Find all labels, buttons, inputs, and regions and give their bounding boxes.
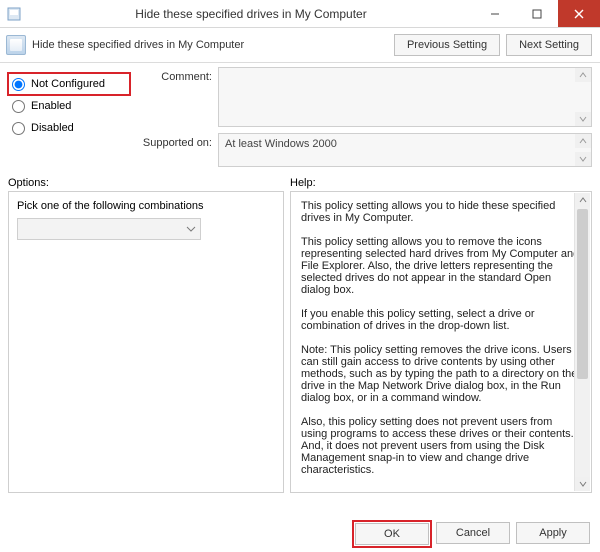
help-paragraph: Note: This policy setting removes the dr… <box>301 344 581 404</box>
help-scrollbar[interactable] <box>574 193 590 491</box>
radio-disabled[interactable]: Disabled <box>8 117 130 139</box>
chevron-down-icon <box>186 226 196 232</box>
radio-not-configured[interactable]: Not Configured <box>8 73 130 95</box>
minimize-button[interactable] <box>474 0 516 27</box>
help-paragraph: This policy setting allows you to hide t… <box>301 200 581 224</box>
cancel-button[interactable]: Cancel <box>436 522 510 544</box>
close-button[interactable] <box>558 0 600 27</box>
panels: Pick one of the following combinations T… <box>0 191 600 493</box>
options-section-label: Options: <box>8 177 290 189</box>
radio-label: Not Configured <box>31 78 105 90</box>
options-panel: Pick one of the following combinations <box>8 191 284 493</box>
radio-not-configured-input[interactable] <box>12 78 25 91</box>
options-instruction: Pick one of the following combinations <box>17 200 275 212</box>
scrollbar-track[interactable] <box>575 207 590 477</box>
dialog-footer: OK Cancel Apply <box>0 516 600 552</box>
scroll-up-icon[interactable] <box>575 193 590 207</box>
scroll-down-icon[interactable] <box>575 112 591 126</box>
supported-label: Supported on: <box>130 133 218 167</box>
help-paragraph: If you enable this policy setting, selec… <box>301 308 581 332</box>
comment-textarea[interactable] <box>218 67 592 127</box>
radio-enabled[interactable]: Enabled <box>8 95 130 117</box>
scroll-down-icon[interactable] <box>575 152 591 166</box>
scroll-up-icon[interactable] <box>575 68 591 82</box>
supported-on-value: At least Windows 2000 <box>225 138 337 150</box>
radio-label: Disabled <box>31 122 74 134</box>
ok-highlight: OK <box>354 522 430 546</box>
next-setting-button[interactable]: Next Setting <box>506 34 592 56</box>
scroll-down-icon[interactable] <box>575 477 590 491</box>
policy-title: Hide these specified drives in My Comput… <box>32 39 394 51</box>
help-paragraph: This policy setting allows you to remove… <box>301 236 581 296</box>
previous-setting-button[interactable]: Previous Setting <box>394 34 500 56</box>
comment-scrollbar[interactable] <box>575 68 591 126</box>
config-area: Not Configured Enabled Disabled Comment:… <box>0 63 600 173</box>
scroll-up-icon[interactable] <box>575 134 591 148</box>
window-title: Hide these specified drives in My Comput… <box>28 0 474 27</box>
help-paragraph: Also, this policy setting does not preve… <box>301 416 581 476</box>
ok-button[interactable]: OK <box>355 523 429 545</box>
comment-label: Comment: <box>130 67 218 127</box>
radio-enabled-input[interactable] <box>12 100 25 113</box>
window-controls <box>474 0 600 27</box>
scrollbar-thumb[interactable] <box>577 209 588 379</box>
state-radio-group: Not Configured Enabled Disabled <box>8 67 130 167</box>
app-icon <box>0 0 28 27</box>
header-row: Hide these specified drives in My Comput… <box>0 28 600 63</box>
panel-labels: Options: Help: <box>0 175 600 191</box>
help-panel: This policy setting allows you to hide t… <box>290 191 592 493</box>
supported-scrollbar[interactable] <box>575 134 591 166</box>
maximize-button[interactable] <box>516 0 558 27</box>
titlebar: Hide these specified drives in My Comput… <box>0 0 600 28</box>
supported-on-box: At least Windows 2000 <box>218 133 592 167</box>
radio-label: Enabled <box>31 100 71 112</box>
combinations-dropdown[interactable] <box>17 218 201 240</box>
radio-disabled-input[interactable] <box>12 122 25 135</box>
policy-icon <box>6 35 26 55</box>
apply-button[interactable]: Apply <box>516 522 590 544</box>
help-section-label: Help: <box>290 177 316 189</box>
